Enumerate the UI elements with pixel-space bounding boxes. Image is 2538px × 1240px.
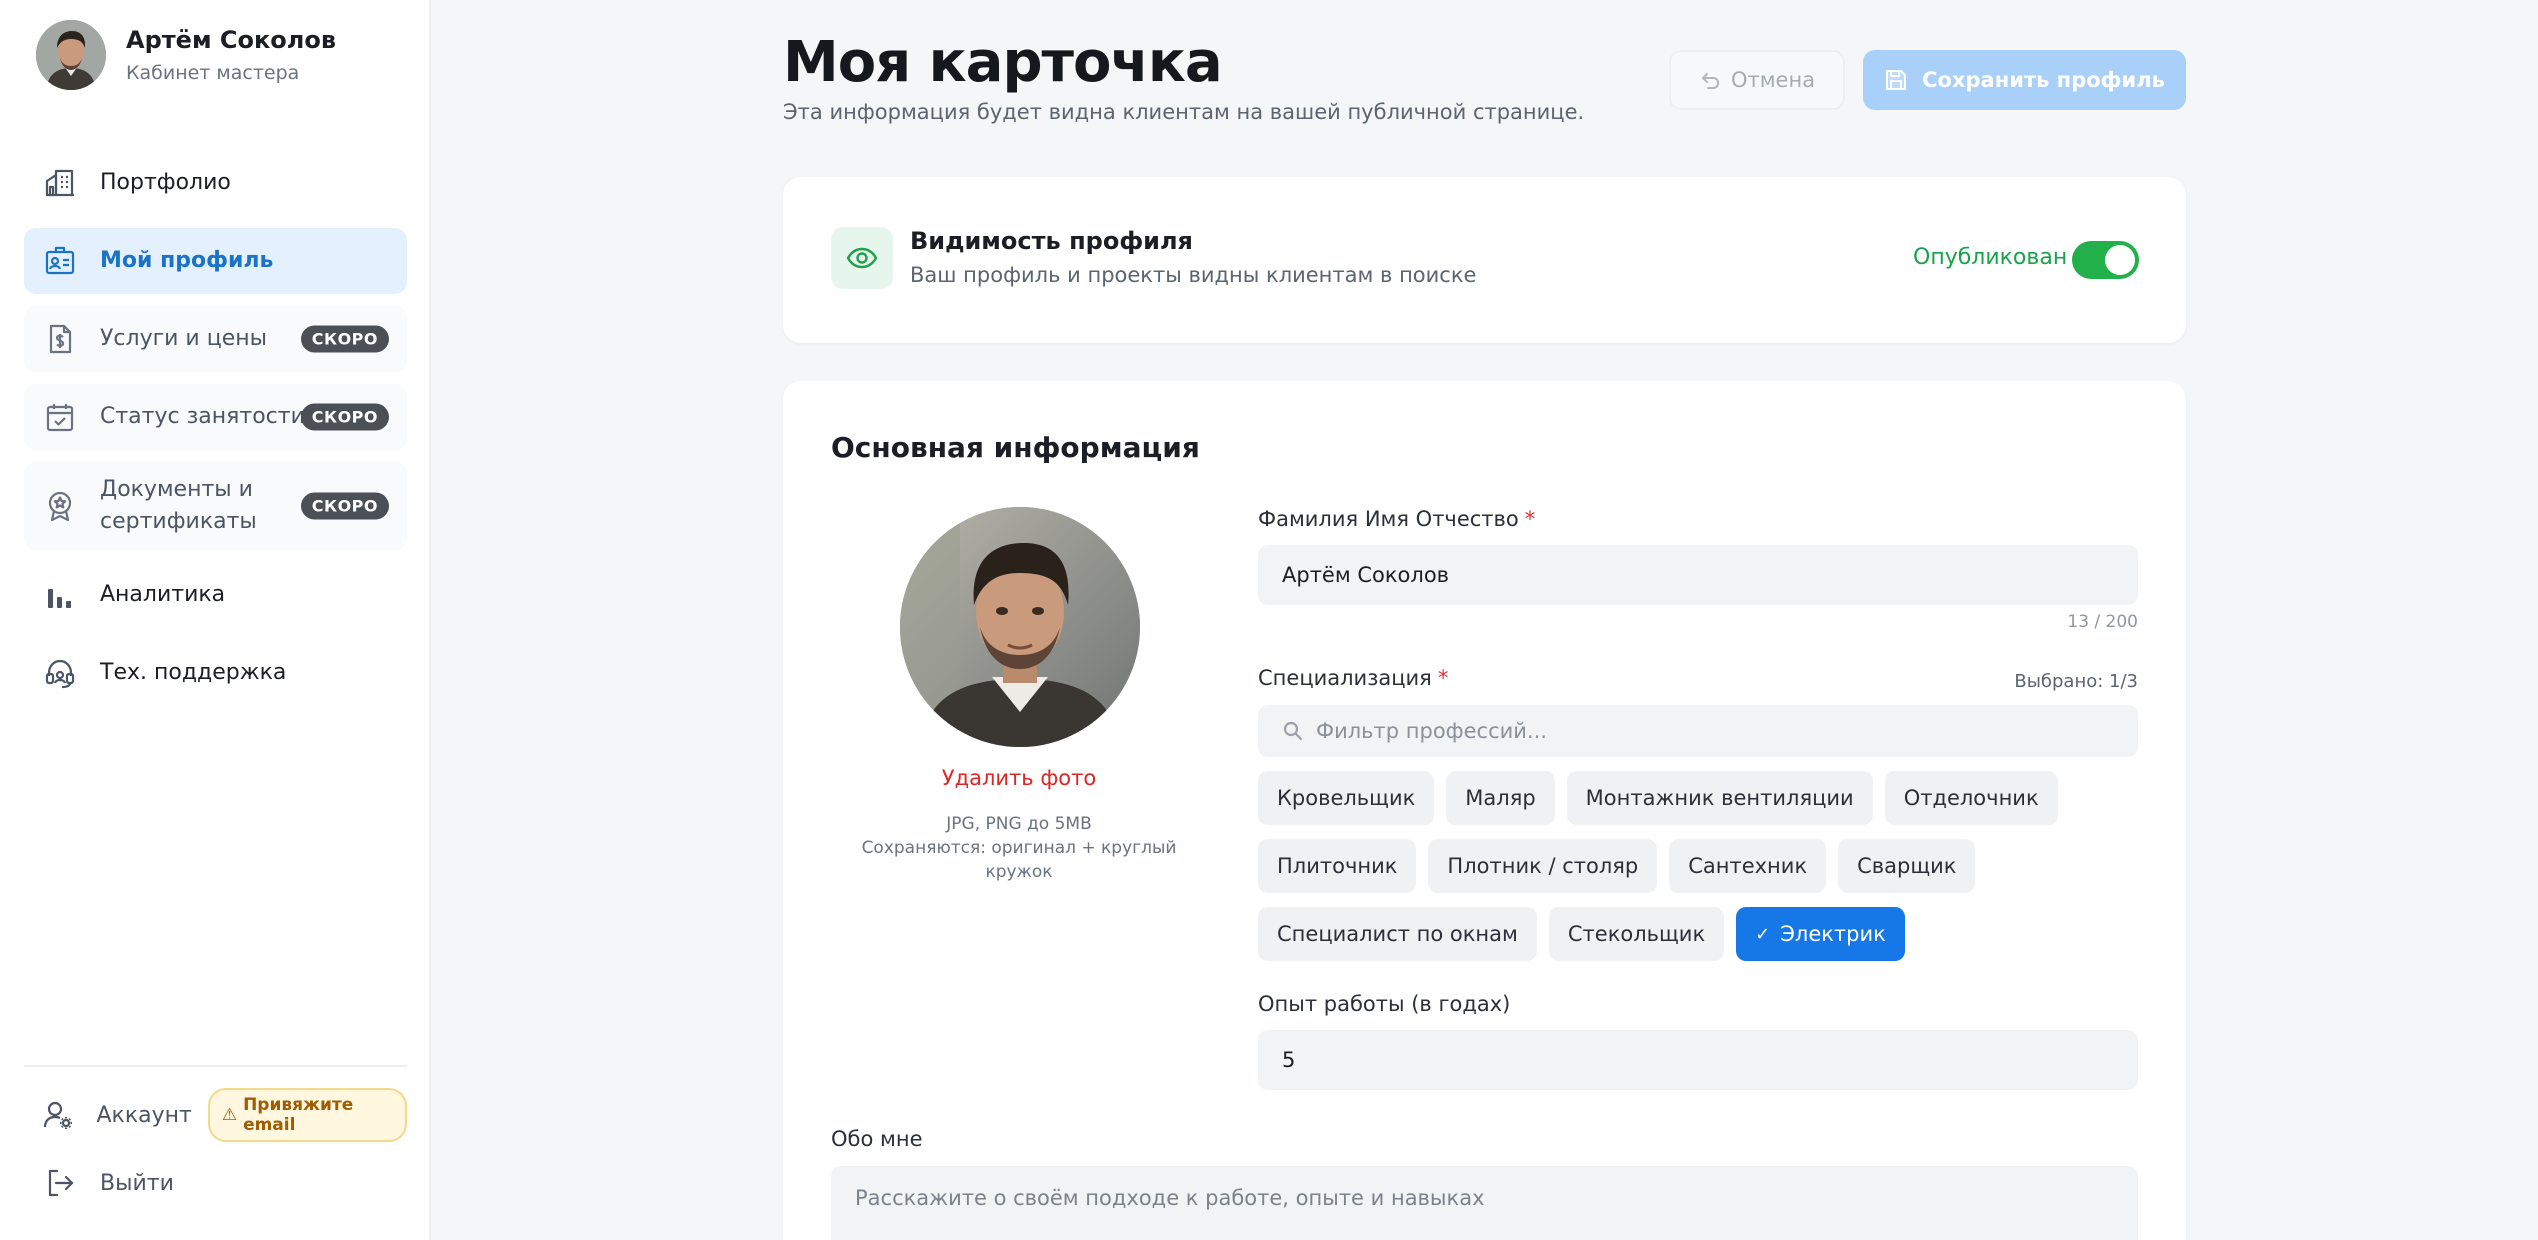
experience-input[interactable]: 5 (1258, 1030, 2138, 1090)
soon-badge: СКОРО (300, 492, 389, 520)
email-warning-label: Привяжите email (243, 1095, 354, 1135)
user-role: Кабинет мастера (126, 62, 300, 84)
specialization-label: Специализация * (1258, 666, 1448, 690)
cancel-button[interactable]: Отмена (1669, 50, 1845, 110)
selected-count: Выбрано: 1/3 (2014, 671, 2138, 692)
sidebar-bottom: Аккаунт ⚠ Привяжите email Выйти (24, 1065, 407, 1223)
price-document-icon (42, 321, 78, 357)
required-mark: * (1437, 666, 1449, 690)
chip-row: Кровельщик Маляр Монтажник вентиляции От… (1258, 771, 2138, 825)
delete-photo-button[interactable]: Удалить фото (831, 766, 1207, 790)
sidebar-item-availability[interactable]: Статус занятости СКОРО (24, 384, 407, 450)
photo-hint-line1: JPG, PNG до 5MB (946, 814, 1092, 834)
cancel-label: Отмена (1730, 68, 1816, 92)
full-name-input[interactable]: Артём Соколов (1258, 545, 2138, 605)
experience-label: Опыт работы (в годах) (1258, 992, 1511, 1016)
profession-filter-placeholder: Фильтр профессий... (1316, 719, 1547, 743)
logout-link[interactable]: Выйти (24, 1155, 407, 1211)
visibility-toggle[interactable] (2072, 241, 2139, 279)
section-title: Основная информация (831, 431, 1200, 464)
chip-row: Специалист по окнам Стекольщик ✓ Электри… (1258, 907, 2138, 961)
profession-filter-input[interactable]: Фильтр профессий... (1258, 705, 2138, 757)
sidebar-item-label: Тех. поддержка (100, 660, 287, 685)
account-link[interactable]: Аккаунт ⚠ Привяжите email (24, 1087, 407, 1143)
warning-icon: ⚠ (221, 1105, 238, 1125)
profession-chip[interactable]: Плотник / столяр (1428, 839, 1658, 893)
required-mark: * (1524, 507, 1536, 531)
sidebar-item-profile[interactable]: Мой профиль (24, 228, 407, 294)
account-label: Аккаунт (96, 1102, 192, 1128)
photo-hint-line2: Сохраняются: оригинал + круглый кружок (861, 838, 1177, 882)
photo-hint: JPG, PNG до 5MB Сохраняются: оригинал + … (831, 812, 1207, 884)
full-name-label: Фамилия Имя Отчество * (1258, 507, 1535, 531)
id-card-icon (42, 243, 78, 279)
sidebar-item-portfolio[interactable]: Портфолио (24, 150, 407, 216)
visibility-subtitle: Ваш профиль и проекты видны клиентам в п… (910, 263, 1477, 287)
sidebar-item-label: Статус занятости (100, 404, 305, 429)
sidebar-item-label: Аналитика (100, 582, 226, 607)
profession-chip-label: Электрик (1780, 922, 1886, 946)
sidebar-item-services[interactable]: Услуги и цены СКОРО (24, 306, 407, 372)
profession-chip[interactable]: Сварщик (1838, 839, 1976, 893)
sidebar-nav: Портфолио Мой профиль Услуги и цены СКОР… (24, 150, 407, 718)
soon-badge: СКОРО (300, 325, 389, 353)
headset-icon (42, 655, 78, 691)
about-textarea[interactable]: Расскажите о своём подходе к работе, опы… (831, 1166, 2138, 1240)
avatar[interactable] (36, 20, 106, 90)
profession-chip[interactable]: Маляр (1446, 771, 1555, 825)
sidebar-item-label: Услуги и цены (100, 326, 267, 351)
basic-info-card: Основная информация Удалить фото JPG, PN… (783, 381, 2186, 1240)
sidebar-item-label: Портфолио (100, 170, 231, 195)
search-icon (1283, 721, 1303, 741)
profession-chip[interactable]: Монтажник вентиляции (1566, 771, 1873, 825)
bar-chart-icon (42, 577, 78, 613)
sidebar-item-documents[interactable]: Документы и сертификаты СКОРО (24, 462, 407, 550)
profession-chip[interactable]: Сантехник (1669, 839, 1827, 893)
email-warning-badge[interactable]: ⚠ Привяжите email (207, 1088, 407, 1142)
full-name-counter: 13 / 200 (2067, 612, 2138, 632)
profession-chip[interactable]: Стекольщик (1548, 907, 1725, 961)
visibility-title: Видимость профиля (910, 227, 1193, 255)
about-label: Обо мне (831, 1127, 923, 1151)
award-icon (42, 488, 78, 524)
visibility-card: Видимость профиля Ваш профиль и проекты … (783, 177, 2186, 343)
specialization-label-text: Специализация (1258, 666, 1432, 690)
profession-chip[interactable]: Отделочник (1884, 771, 2058, 825)
sidebar-item-analytics[interactable]: Аналитика (24, 562, 407, 628)
save-icon (1886, 70, 1907, 90)
user-settings-icon (42, 1097, 74, 1133)
page-subtitle: Эта информация будет видна клиентам на в… (783, 100, 1585, 124)
user-name: Артём Соколов (126, 26, 337, 54)
sidebar-item-label: Документы и сертификаты (100, 474, 257, 538)
save-label: Сохранить профиль (1922, 68, 2165, 92)
page-title: Моя карточка (783, 30, 1223, 95)
profession-chip-selected[interactable]: ✓ Электрик (1736, 907, 1905, 961)
soon-badge: СКОРО (300, 403, 389, 431)
sidebar: Артём Соколов Кабинет мастера Портфолио (0, 0, 431, 1240)
sidebar-item-label-line1: Документы и (100, 477, 253, 502)
save-profile-button[interactable]: Сохранить профиль (1863, 50, 2186, 110)
profession-chip[interactable]: Специалист по окнам (1258, 907, 1537, 961)
logout-label: Выйти (100, 1170, 174, 1196)
user-header: Артём Соколов Кабинет мастера (36, 20, 336, 90)
profession-chip[interactable]: Плиточник (1258, 839, 1417, 893)
published-status-label: Опубликован (1913, 245, 2068, 270)
eye-icon (831, 227, 893, 289)
full-name-label-text: Фамилия Имя Отчество (1258, 507, 1519, 531)
profession-chips: Кровельщик Маляр Монтажник вентиляции От… (1258, 771, 2138, 975)
sidebar-item-support[interactable]: Тех. поддержка (24, 640, 407, 706)
sidebar-item-label-line2: сертификаты (100, 509, 257, 534)
chip-row: Плиточник Плотник / столяр Сантехник Сва… (1258, 839, 2138, 893)
building-icon (42, 165, 78, 201)
undo-icon (1701, 73, 1719, 89)
profile-photo[interactable] (900, 507, 1140, 747)
check-icon: ✓ (1755, 923, 1771, 945)
logout-icon (42, 1165, 78, 1201)
calendar-check-icon (42, 399, 78, 435)
sidebar-item-label: Мой профиль (100, 248, 274, 273)
profession-chip[interactable]: Кровельщик (1258, 771, 1435, 825)
